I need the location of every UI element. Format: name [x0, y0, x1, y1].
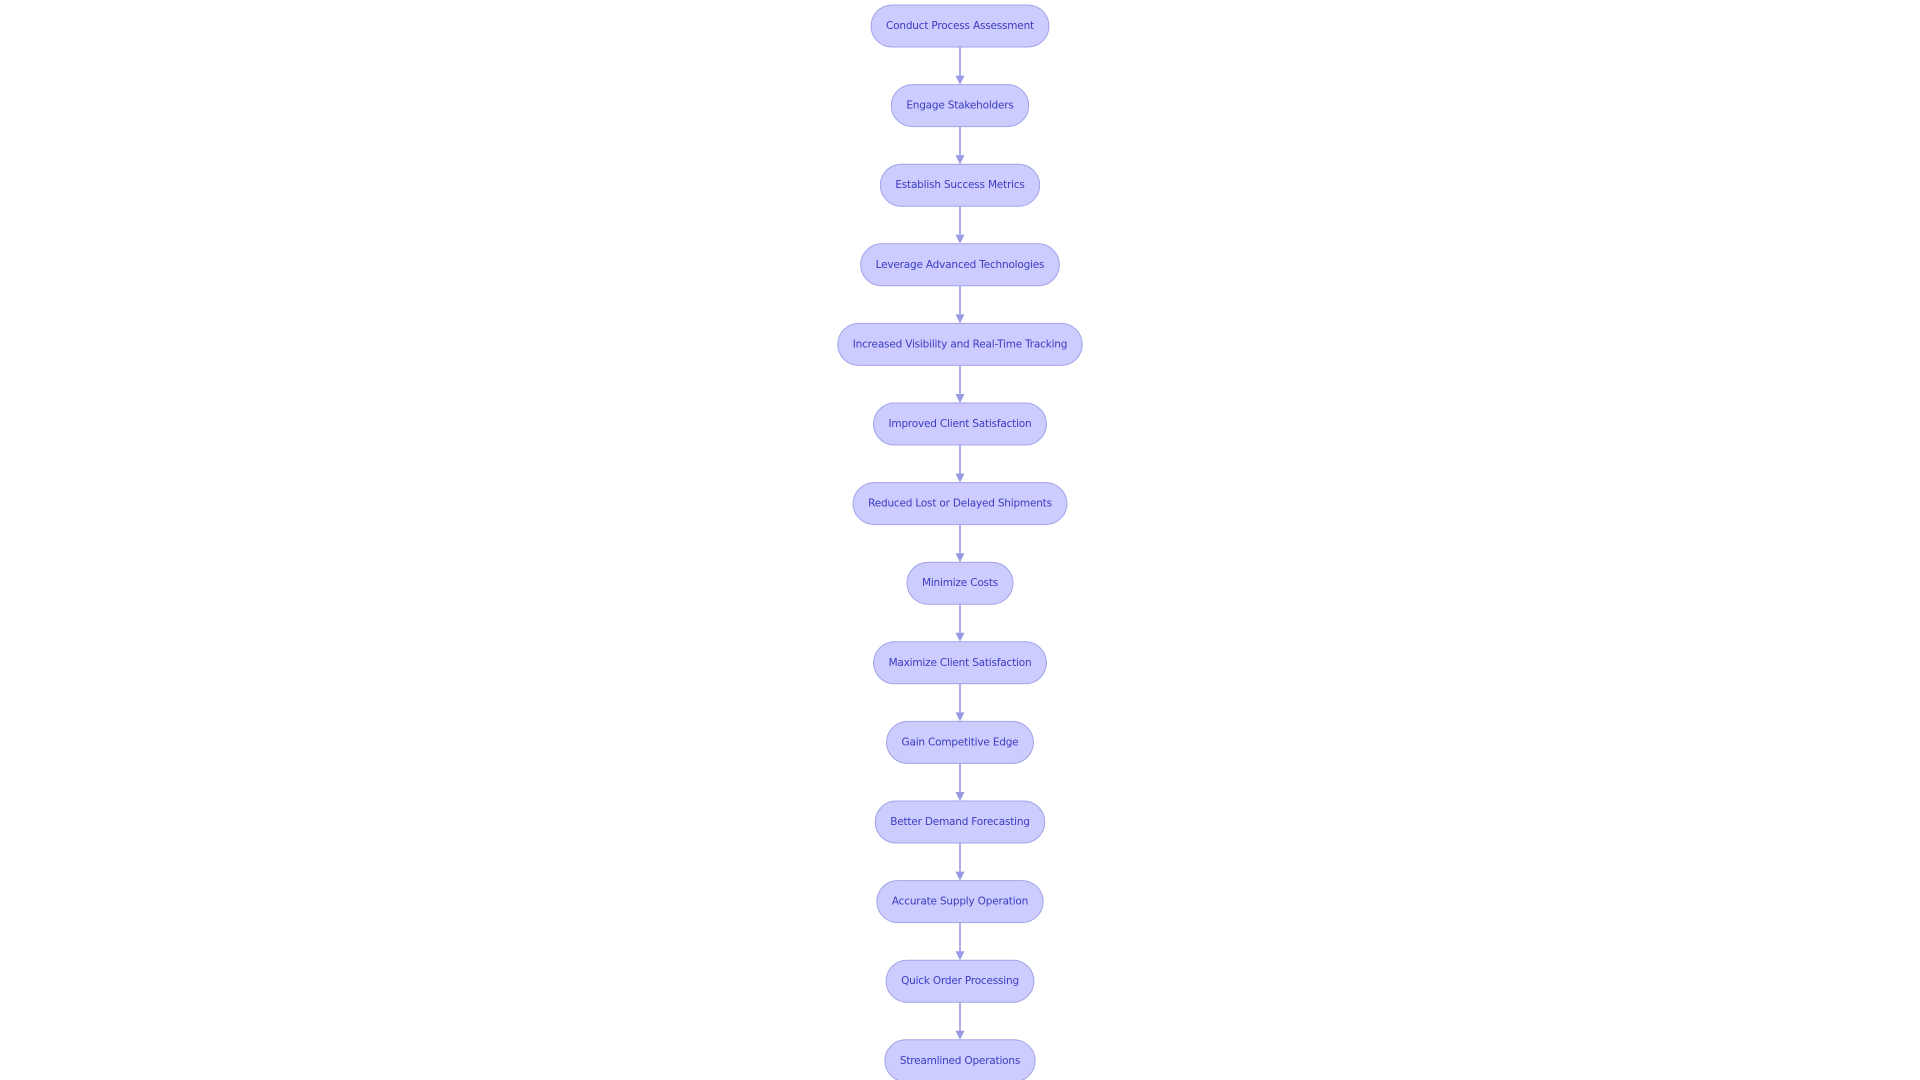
- flow-edge: [955, 285, 965, 324]
- arrowhead-icon: [955, 75, 965, 85]
- flow-node: Leverage Advanced Technologies: [860, 243, 1060, 287]
- node-label: Engage Stakeholders: [906, 100, 1013, 112]
- flow-edge: [955, 365, 965, 403]
- flow-node: Establish Success Metrics: [879, 163, 1041, 207]
- node-label: Reduced Lost or Delayed Shipments: [868, 498, 1052, 510]
- flow-node: Streamlined Operations: [884, 1039, 1036, 1080]
- node-label: Streamlined Operations: [900, 1055, 1020, 1067]
- flow-node: Better Demand Forecasting: [874, 800, 1046, 844]
- arrowhead-icon: [955, 792, 965, 801]
- flow-edge: [955, 206, 965, 244]
- flow-edge: [955, 47, 965, 85]
- arrowhead-icon: [955, 712, 965, 722]
- arrowhead-icon: [955, 314, 965, 324]
- node-label: Quick Order Processing: [901, 975, 1019, 987]
- flow-node: Increased Visibility and Real-Time Track…: [837, 322, 1083, 366]
- flow-node: Reduced Lost or Delayed Shipments: [852, 482, 1068, 526]
- node-label: Establish Success Metrics: [895, 179, 1024, 191]
- flow-edge: [955, 763, 965, 801]
- node-label: Minimize Costs: [922, 577, 998, 589]
- flow-edge: [955, 445, 965, 483]
- arrowhead-icon: [955, 394, 965, 403]
- arrowhead-icon: [955, 553, 965, 563]
- node-label: Accurate Supply Operation: [892, 896, 1028, 908]
- flow-edge: [955, 843, 965, 881]
- arrowhead-icon: [955, 1030, 965, 1040]
- flow-edge: [955, 126, 965, 165]
- node-label: Gain Competitive Edge: [902, 736, 1019, 748]
- flow-node: Accurate Supply Operation: [876, 880, 1044, 924]
- flow-node: Quick Order Processing: [885, 959, 1035, 1003]
- node-label: Improved Client Satisfaction: [889, 418, 1032, 430]
- flow-node: Conduct Process Assessment: [870, 4, 1050, 48]
- node-label: Better Demand Forecasting: [890, 816, 1030, 828]
- arrowhead-icon: [955, 632, 965, 642]
- node-label: Maximize Client Satisfaction: [889, 657, 1032, 669]
- flow-node: Maximize Client Satisfaction: [873, 641, 1047, 685]
- flowchart: Conduct Process Assessment Engage Stakeho…: [837, 4, 1083, 1080]
- arrowhead-icon: [955, 234, 965, 244]
- flow-edge: [955, 524, 965, 563]
- arrowhead-icon: [955, 473, 965, 483]
- node-label: Leverage Advanced Technologies: [876, 259, 1045, 271]
- flow-edge: [955, 922, 965, 961]
- flow-node: Gain Competitive Edge: [886, 720, 1034, 764]
- arrowhead-icon: [955, 871, 965, 881]
- flow-node: Engage Stakeholders: [890, 84, 1030, 128]
- flow-edge: [955, 604, 965, 642]
- flow-node: Minimize Costs: [906, 561, 1014, 605]
- node-label: Increased Visibility and Real-Time Track…: [853, 338, 1067, 350]
- node-label: Conduct Process Assessment: [886, 20, 1034, 32]
- flow-edge: [955, 1002, 965, 1040]
- arrowhead-icon: [955, 951, 965, 961]
- flow-node: Improved Client Satisfaction: [873, 402, 1047, 446]
- flow-edge: [955, 683, 965, 722]
- arrowhead-icon: [955, 155, 965, 165]
